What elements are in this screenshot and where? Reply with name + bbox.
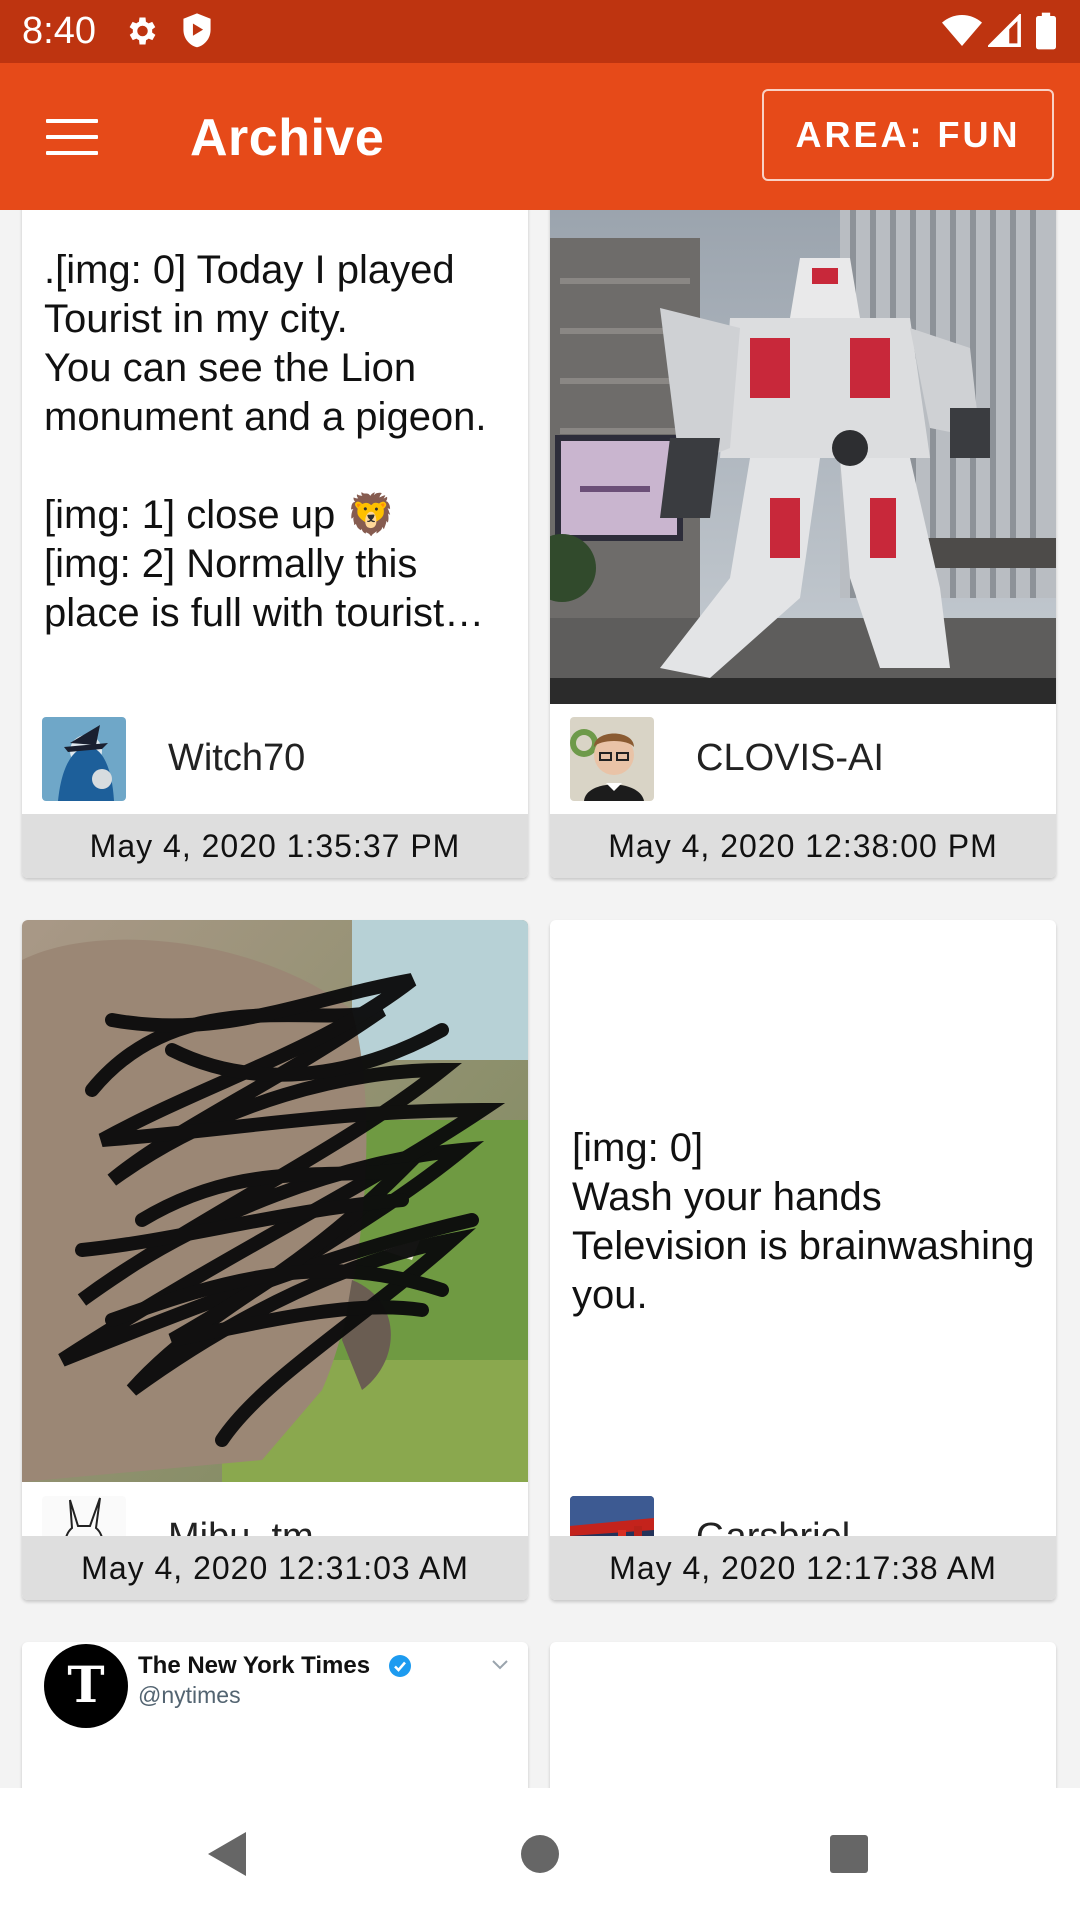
- avatar: [570, 717, 654, 801]
- post-card[interactable]: [550, 1642, 1056, 1788]
- menu-icon[interactable]: [46, 119, 98, 155]
- gear-icon: [129, 17, 156, 45]
- app-bar: Archive AREA: FUN: [0, 63, 1080, 210]
- battery-icon: [1036, 12, 1056, 50]
- page-title: Archive: [190, 109, 385, 167]
- area-button[interactable]: AREA: FUN: [762, 89, 1054, 181]
- status-time: 8:40: [22, 10, 96, 52]
- wifi-icon: [942, 15, 982, 46]
- post-date: May 4, 2020 12:38:00 PM: [550, 814, 1056, 878]
- verified-badge-icon: [389, 1655, 411, 1677]
- navigation-bar: [0, 1788, 1080, 1920]
- post-card[interactable]: .[img: 0] Today I played Tourist in my c…: [22, 210, 528, 878]
- author-name: Witch70: [168, 737, 306, 779]
- shield-icon: [183, 13, 211, 48]
- post-date: May 4, 2020 1:35:37 PM: [22, 814, 528, 878]
- post-date: May 4, 2020 12:17:38 AM: [550, 1536, 1056, 1600]
- post-card[interactable]: [img: 0] Wash your hands Television is b…: [550, 920, 1056, 1600]
- post-card[interactable]: CLOVIS-AI May 4, 2020 12:38:00 PM: [550, 210, 1056, 878]
- signal-icon: [988, 14, 1021, 47]
- author-name: CLOVIS-AI: [696, 737, 884, 779]
- home-icon[interactable]: [520, 1834, 560, 1874]
- robot-statue-photo: [550, 210, 1056, 704]
- archive-feed[interactable]: .[img: 0] Today I played Tourist in my c…: [0, 210, 1080, 1788]
- chevron-down-icon[interactable]: [490, 1658, 510, 1672]
- tweet-handle: @nytimes: [138, 1682, 241, 1708]
- post-text: [img: 0] Wash your hands Television is b…: [572, 1126, 1035, 1317]
- post-date: May 4, 2020 12:31:03 AM: [22, 1536, 528, 1600]
- svg-text:T: T: [67, 1655, 104, 1714]
- scribbled-elephant-photo: [22, 920, 528, 1482]
- post-text: .[img: 0] Today I played Tourist in my c…: [44, 248, 487, 635]
- back-icon[interactable]: [206, 1830, 248, 1878]
- tweet-avatar: T: [44, 1644, 128, 1728]
- status-bar: 8:40: [0, 0, 1080, 63]
- tweet-card[interactable]: T The New York Times @nytimes: [22, 1642, 528, 1788]
- recents-icon[interactable]: [830, 1835, 868, 1873]
- tweet-author-name: The New York Times: [138, 1652, 371, 1679]
- post-card[interactable]: Mibu_tm May 4, 2020 12:31:03 AM: [22, 920, 528, 1600]
- avatar: [42, 717, 126, 801]
